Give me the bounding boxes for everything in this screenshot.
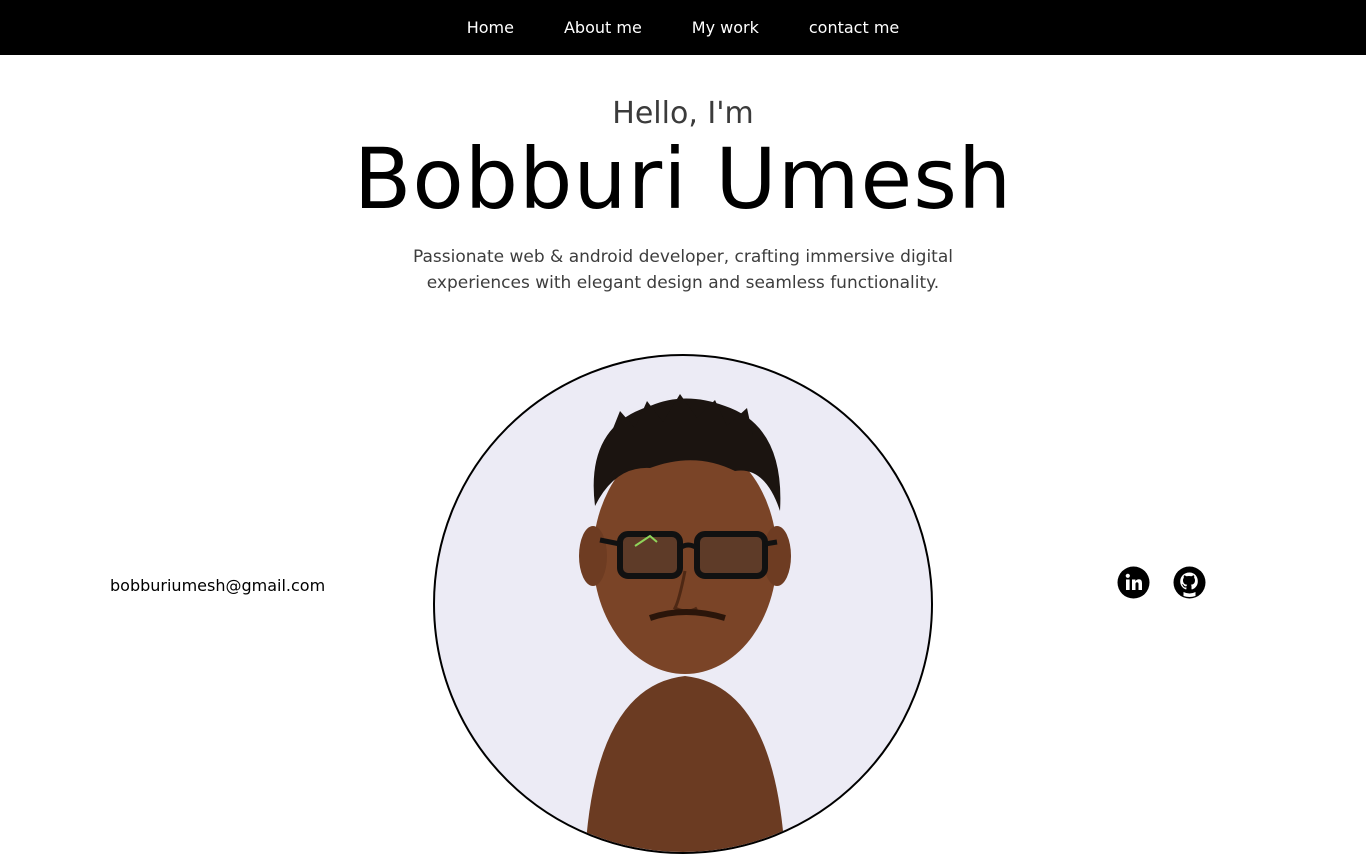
nav-work-link[interactable]: My work [692, 19, 759, 36]
nav-contact-link[interactable]: contact me [809, 19, 899, 36]
github-link[interactable] [1173, 566, 1206, 599]
top-navbar: Home About me My work contact me [0, 0, 1366, 55]
linkedin-icon [1117, 566, 1150, 599]
linkedin-link[interactable] [1117, 566, 1150, 599]
nav-home-link[interactable]: Home [467, 19, 514, 36]
hero-name: Bobburi Umesh [353, 130, 1013, 228]
profile-photo-illustration [579, 394, 791, 852]
hero-greeting: Hello, I'm [612, 96, 754, 131]
github-icon [1173, 566, 1206, 599]
profile-photo [433, 354, 933, 854]
hero-tagline: Passionate web & android developer, craf… [413, 247, 953, 293]
social-links [1117, 566, 1206, 599]
email-link[interactable]: bobburiumesh@gmail.com [110, 576, 325, 595]
nav-about-link[interactable]: About me [564, 19, 642, 36]
